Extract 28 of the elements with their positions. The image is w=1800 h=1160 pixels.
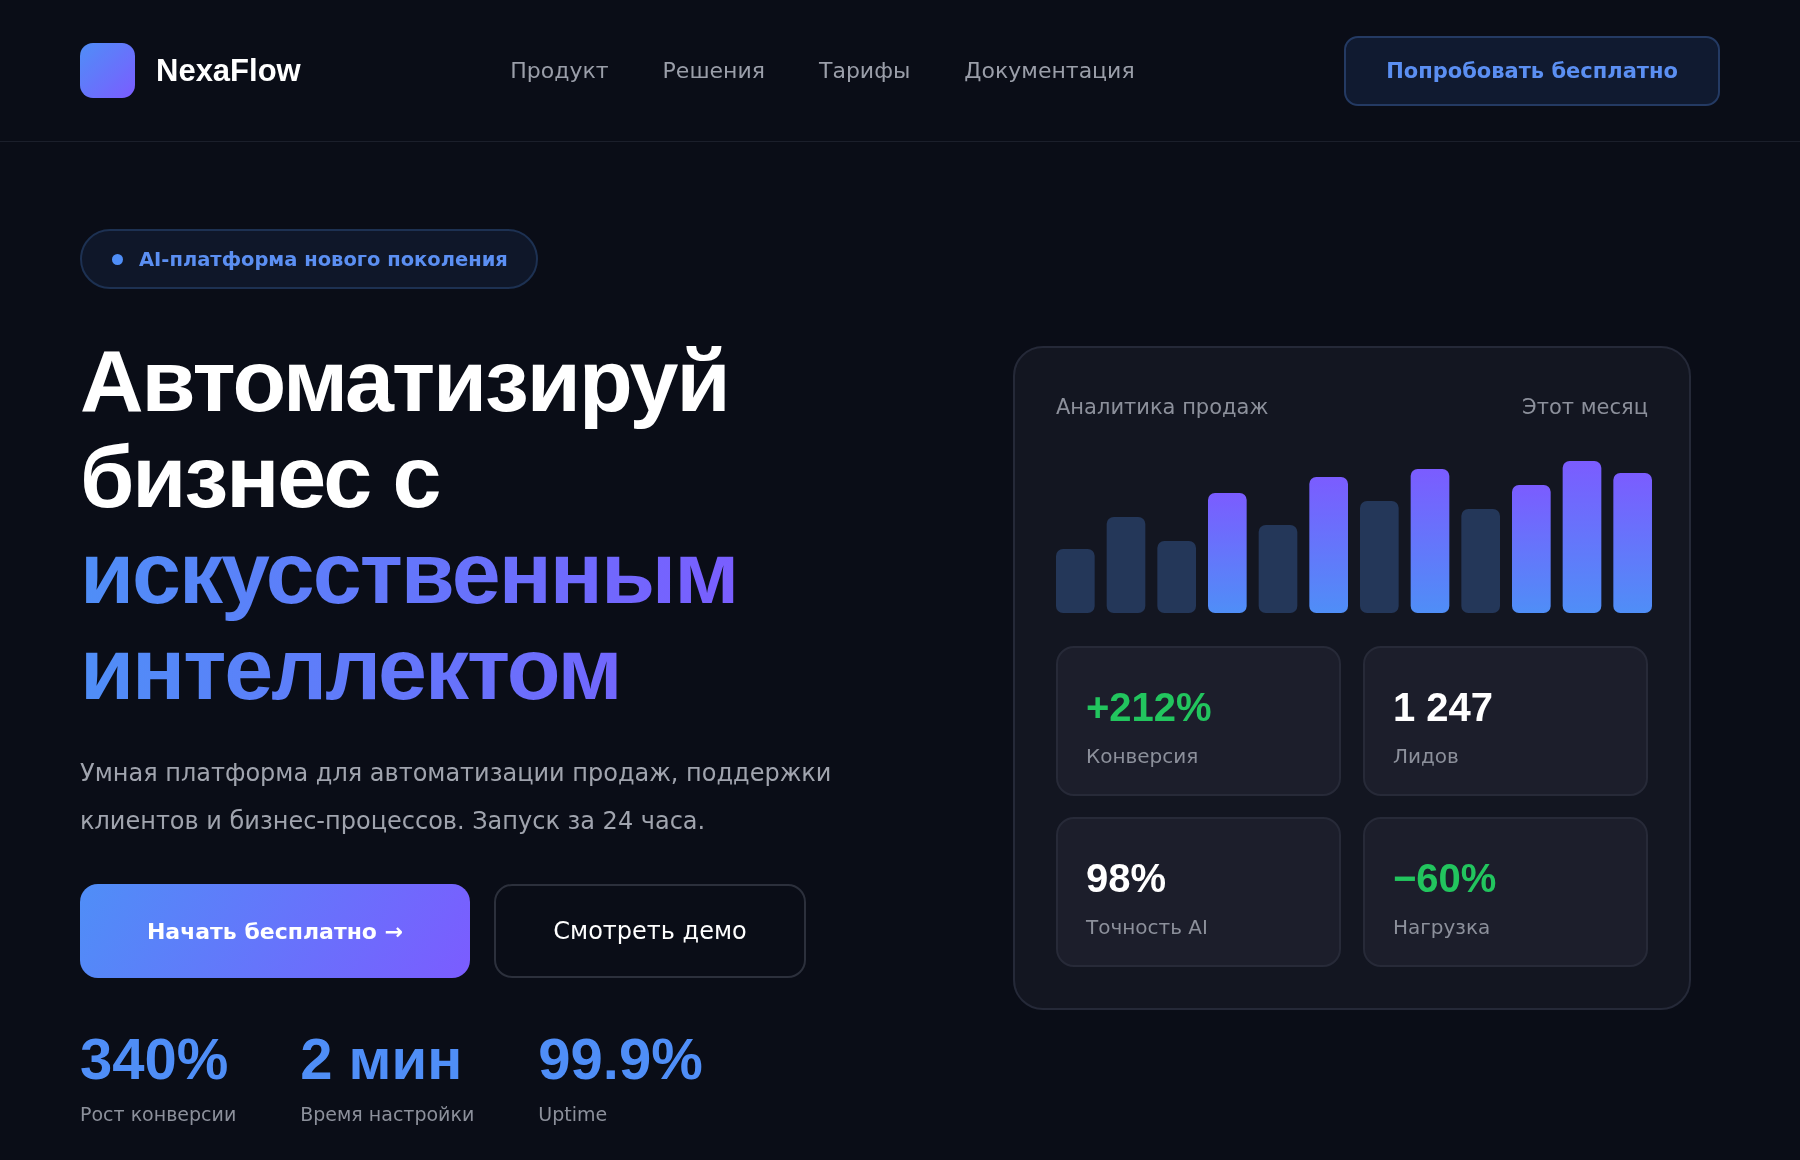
tagline-text: AI-платформа нового поколения [139, 247, 508, 271]
metric-value: 98% [1086, 855, 1167, 901]
metric-value: +212% [1086, 684, 1212, 730]
stat-label: Uptime [538, 1102, 609, 1127]
brand-name[interactable]: NexaFlow [156, 52, 301, 89]
stat-value: 340% [80, 1027, 230, 1091]
metric-value: 1 247 [1393, 684, 1494, 730]
dot-icon [112, 253, 123, 265]
card-title: Аналитика продаж [1056, 394, 1269, 420]
metric-value: −60% [1393, 855, 1497, 901]
metric-label: Нагрузка [1393, 914, 1491, 940]
stat-label: Время настройки [300, 1102, 475, 1127]
period-label: Этот месяц [1522, 394, 1648, 420]
stat-value: 2 мин [300, 1027, 464, 1091]
try-free-button[interactable]: Попробовать бесплатно [1344, 35, 1720, 106]
nav-link[interactable]: Продукт [510, 58, 609, 83]
stat-value: 99.9% [538, 1027, 703, 1091]
metric-label: Лидов [1393, 743, 1459, 769]
start-free-button[interactable]: Начать бесплатно → [80, 884, 470, 978]
stat-label: Рост конверсии [80, 1102, 237, 1127]
nav-link[interactable]: Тарифы [818, 58, 911, 83]
logo-icon [80, 43, 135, 98]
watch-demo-button[interactable]: Смотреть демо [494, 884, 806, 978]
metric-label: Точность AI [1086, 914, 1208, 940]
hero-description: Умная платформа для автоматизации продаж, поддержки клиентов и бизнес-процессов. Запуск за 24 часа. [80, 758, 833, 837]
nav-link[interactable]: Решения [662, 58, 765, 83]
nav-link[interactable]: Документация [964, 58, 1135, 83]
metric-label: Конверсия [1086, 743, 1199, 769]
